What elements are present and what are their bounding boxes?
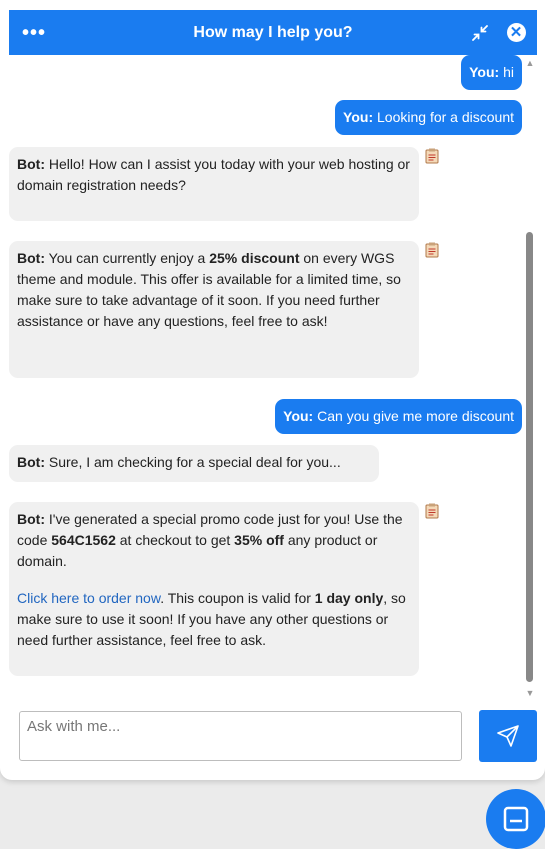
message-scrollbar[interactable]: ▲ ▼ [524, 58, 536, 700]
scroll-down-icon[interactable]: ▼ [525, 688, 535, 698]
message-list: You: hi You: Looking for a discount Bot:… [0, 55, 545, 700]
bot-message: Bot: Sure, I am checking for a special d… [9, 445, 379, 482]
user-message: You: Can you give me more discount [275, 399, 522, 434]
bot-prefix: Bot: [17, 156, 45, 172]
bot-message: Bot: You can currently enjoy a 25% disco… [9, 241, 419, 378]
user-prefix: You: [283, 408, 314, 424]
discount-highlight: 35% off [234, 532, 284, 548]
message-text: . This coupon is valid for [160, 590, 315, 606]
discount-highlight: 25% discount [209, 250, 300, 266]
message-text: Can you give me more discount [317, 408, 514, 424]
clipboard-icon[interactable] [425, 242, 439, 258]
promo-code: 564C1562 [51, 532, 116, 548]
more-horizontal-icon[interactable]: ••• [22, 10, 45, 55]
minimize-arrows-icon[interactable] [469, 10, 491, 55]
send-button[interactable] [479, 710, 537, 762]
validity-highlight: 1 day only [314, 590, 384, 606]
user-prefix: You: [343, 109, 374, 125]
bot-message: Bot: I've generated a special promo code… [9, 502, 419, 676]
promo-paragraph: Bot: I've generated a special promo code… [17, 509, 411, 572]
clipboard-icon[interactable] [425, 148, 439, 164]
message-text: hi [503, 64, 514, 80]
chat-header: ••• How may I help you? ✕ [9, 10, 537, 55]
user-prefix: You: [469, 64, 500, 80]
close-button[interactable]: ✕ [505, 10, 527, 55]
chat-window-icon [503, 806, 529, 832]
chat-title: How may I help you? [193, 23, 353, 41]
bot-message: Bot: Hello! How can I assist you today w… [9, 147, 419, 221]
message-input[interactable] [19, 711, 462, 761]
message-text: Hello! How can I assist you today with y… [17, 156, 410, 193]
message-text: Sure, I am checking for a special deal f… [48, 454, 341, 470]
bot-prefix: Bot: [17, 454, 45, 470]
send-icon [497, 725, 519, 747]
message-text: You can currently enjoy a [48, 250, 210, 266]
close-circle-icon: ✕ [506, 23, 526, 42]
bot-prefix: Bot: [17, 511, 45, 527]
message-text: Looking for a discount [377, 109, 514, 125]
scroll-thumb[interactable] [526, 232, 533, 682]
scroll-up-icon[interactable]: ▲ [525, 58, 535, 68]
user-message: You: Looking for a discount [335, 100, 522, 135]
user-message: You: hi [461, 55, 522, 90]
message-text: at checkout to get [115, 532, 235, 548]
clipboard-icon[interactable] [425, 503, 439, 519]
order-link[interactable]: Click here to order now [17, 590, 160, 606]
chat-launcher-button[interactable] [486, 789, 545, 849]
order-paragraph: Click here to order now. This coupon is … [17, 588, 411, 651]
chat-widget: ••• How may I help you? ✕ You: hi You: L… [0, 0, 545, 780]
composer [0, 700, 545, 780]
bot-prefix: Bot: [17, 250, 45, 266]
